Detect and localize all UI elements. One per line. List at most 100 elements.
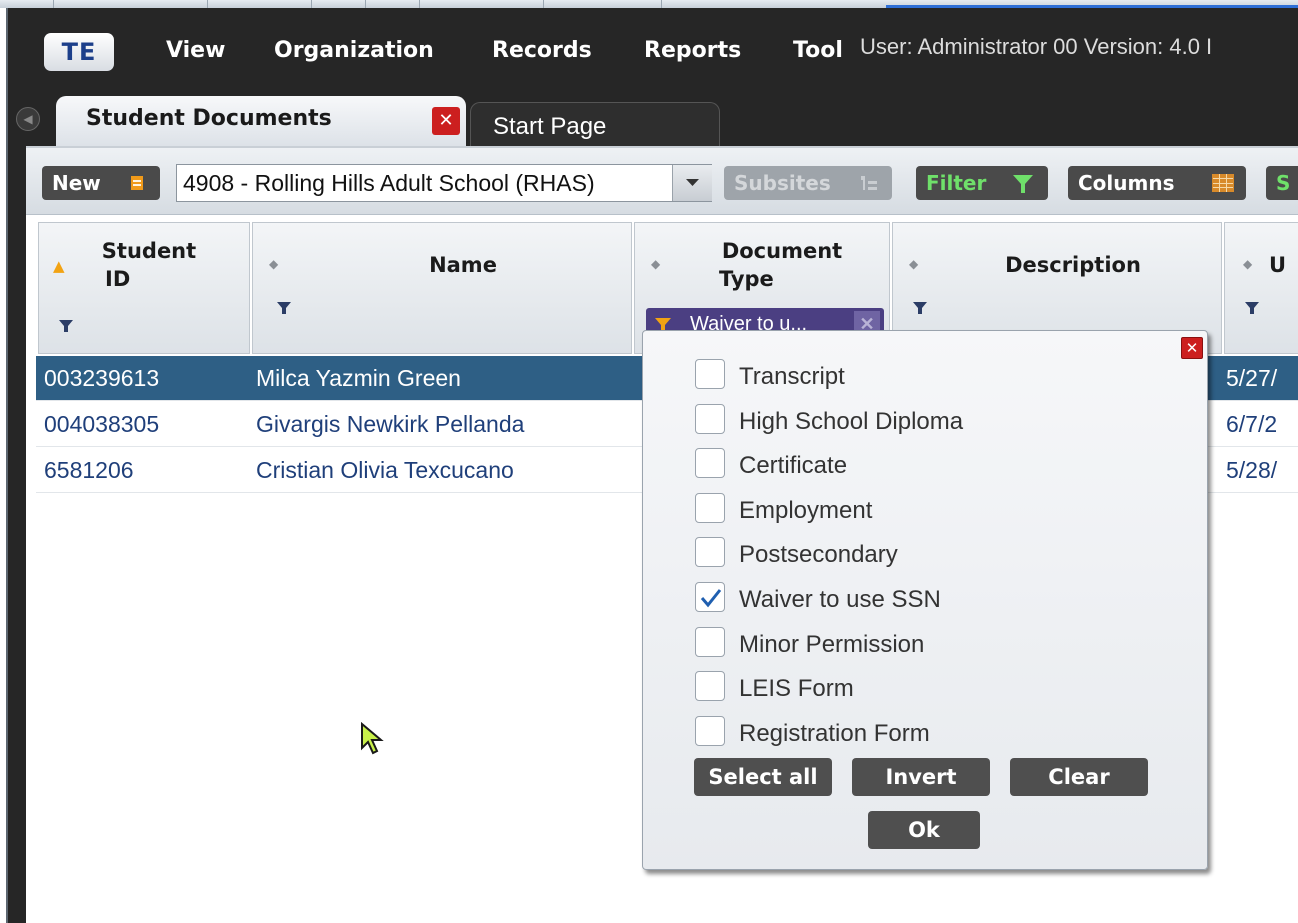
logo-text: TE — [61, 38, 97, 66]
filter-button-label: Filter — [926, 171, 987, 195]
checkmark-icon — [700, 589, 722, 608]
column-filter-icon[interactable] — [913, 301, 927, 315]
column-filter-icon[interactable] — [277, 301, 291, 315]
column-title-line2: Type — [719, 267, 774, 291]
screen: TE View Organization Records Reports Too… — [0, 0, 1298, 923]
tab-scroll-left-icon[interactable]: ◀ — [16, 107, 40, 131]
tab-start-page[interactable]: Start Page — [470, 102, 720, 147]
invert-button[interactable]: Invert — [852, 758, 990, 796]
filter-option-label: Transcript — [739, 363, 845, 390]
app-logo[interactable]: TE — [44, 33, 114, 71]
cell-date: 5/28/ — [1226, 457, 1278, 483]
checkbox-checked[interactable] — [695, 582, 725, 612]
cell-date: 5/27/ — [1226, 365, 1278, 391]
checkbox[interactable] — [695, 716, 725, 746]
checkbox[interactable] — [695, 671, 725, 701]
filter-option-label: Minor Permission — [739, 631, 925, 658]
column-filter-icon[interactable] — [59, 319, 73, 333]
cell-student-id: 6581206 — [44, 457, 134, 483]
sort-icon[interactable]: ◆ — [909, 257, 918, 271]
filter-button[interactable]: Filter — [916, 166, 1048, 200]
close-icon[interactable]: ✕ — [1181, 337, 1203, 359]
sort-ascending-icon[interactable]: ▲ — [53, 257, 65, 275]
ok-button[interactable]: Ok — [868, 811, 980, 849]
sort-icon[interactable]: ◆ — [651, 257, 660, 271]
tab-close-icon[interactable]: ✕ — [432, 107, 460, 135]
cell-student-id: 003239613 — [44, 365, 160, 391]
document-icon — [131, 176, 143, 190]
columns-icon — [1212, 174, 1234, 192]
filter-option-high-school-diploma[interactable]: High School Diploma — [695, 404, 1115, 440]
filter-option-label: Postsecondary — [739, 541, 898, 568]
user-version-info: User: Administrator 00 Version: 4.0 I — [860, 34, 1213, 59]
filter-option-transcript[interactable]: Transcript — [695, 359, 1115, 395]
column-title-line1: Document — [721, 239, 843, 263]
sort-icon[interactable]: ◆ — [1243, 257, 1252, 271]
select-all-button[interactable]: Select all — [694, 758, 832, 796]
new-button[interactable]: New — [42, 166, 160, 200]
document-type-filter-popup: ✕ Transcript High School Diploma Certifi… — [642, 330, 1208, 870]
tab-student-documents[interactable]: Student Documents — [56, 96, 466, 146]
menu-records[interactable]: Records — [492, 38, 592, 63]
filter-option-label: Employment — [739, 497, 873, 524]
mouse-cursor-icon — [361, 722, 384, 755]
filter-option-employment[interactable]: Employment — [695, 493, 1115, 529]
new-button-label: New — [52, 171, 101, 195]
filter-option-label: Certificate — [739, 452, 848, 479]
top-strip — [0, 0, 1298, 8]
cell-student-id: 004038305 — [44, 411, 160, 437]
cell-name: Milca Yazmin Green — [256, 365, 461, 391]
column-title: Name — [429, 253, 497, 277]
column-title: U — [1269, 253, 1287, 277]
chevron-down-icon — [686, 179, 699, 186]
filter-option-label: LEIS Form — [739, 675, 854, 702]
column-header-updated[interactable]: ◆ U — [1224, 222, 1298, 354]
search-button-label: S — [1276, 171, 1291, 195]
subsites-button[interactable]: Subsites — [724, 166, 892, 200]
filter-option-postsecondary[interactable]: Postsecondary — [695, 537, 1115, 573]
menu-reports[interactable]: Reports — [644, 38, 741, 63]
filter-option-waiver-to-use-ssn[interactable]: Waiver to use SSN — [695, 582, 1115, 618]
tab-label: Start Page — [493, 113, 607, 140]
menu-bar: TE View Organization Records Reports Too… — [8, 8, 1298, 94]
checkbox[interactable] — [695, 627, 725, 657]
search-button[interactable]: S — [1266, 166, 1298, 200]
column-title-line2: ID — [105, 267, 131, 291]
toolbar: New 4908 - Rolling Hills Adult School (R… — [26, 148, 1298, 215]
checkbox[interactable] — [695, 537, 725, 567]
tab-label: Student Documents — [86, 106, 332, 131]
menu-organization[interactable]: Organization — [274, 38, 434, 63]
column-title: Document Type — [687, 237, 877, 293]
column-title: Student ID — [89, 237, 209, 293]
cell-date: 6/7/2 — [1226, 411, 1278, 437]
column-filter-icon[interactable] — [1245, 301, 1259, 315]
sort-icon[interactable]: ◆ — [269, 257, 278, 271]
filter-option-label: Registration Form — [739, 720, 930, 747]
checkbox[interactable] — [695, 493, 725, 523]
filter-option-leis-form[interactable]: LEIS Form — [695, 671, 1115, 707]
cell-name: Givargis Newkirk Pellanda — [256, 411, 525, 437]
column-header-name[interactable]: ◆ Name — [252, 222, 632, 354]
checkbox[interactable] — [695, 359, 725, 389]
columns-button[interactable]: Columns — [1068, 166, 1246, 200]
tree-icon — [861, 176, 877, 190]
filter-icon — [1013, 175, 1033, 193]
site-select[interactable]: 4908 - Rolling Hills Adult School (RHAS) — [176, 164, 712, 202]
clear-button[interactable]: Clear — [1010, 758, 1148, 796]
column-title: Description — [1005, 253, 1141, 277]
subsites-button-label: Subsites — [734, 171, 831, 195]
filter-option-label: High School Diploma — [739, 408, 964, 435]
checkbox[interactable] — [695, 404, 725, 434]
columns-button-label: Columns — [1078, 171, 1175, 195]
filter-option-certificate[interactable]: Certificate — [695, 448, 1115, 484]
checkbox[interactable] — [695, 448, 725, 478]
filter-option-minor-permission[interactable]: Minor Permission — [695, 627, 1115, 663]
column-header-student-id[interactable]: ▲ Student ID — [38, 222, 250, 354]
menu-view[interactable]: View — [166, 38, 225, 63]
filter-option-label: Waiver to use SSN — [739, 586, 941, 613]
filter-option-registration-form[interactable]: Registration Form — [695, 716, 1115, 752]
site-select-dropdown-button[interactable] — [672, 165, 712, 201]
cell-name: Cristian Olivia Texcucano — [256, 457, 514, 483]
menu-tools[interactable]: Tool — [793, 38, 843, 63]
column-title-line1: Student — [101, 239, 197, 263]
